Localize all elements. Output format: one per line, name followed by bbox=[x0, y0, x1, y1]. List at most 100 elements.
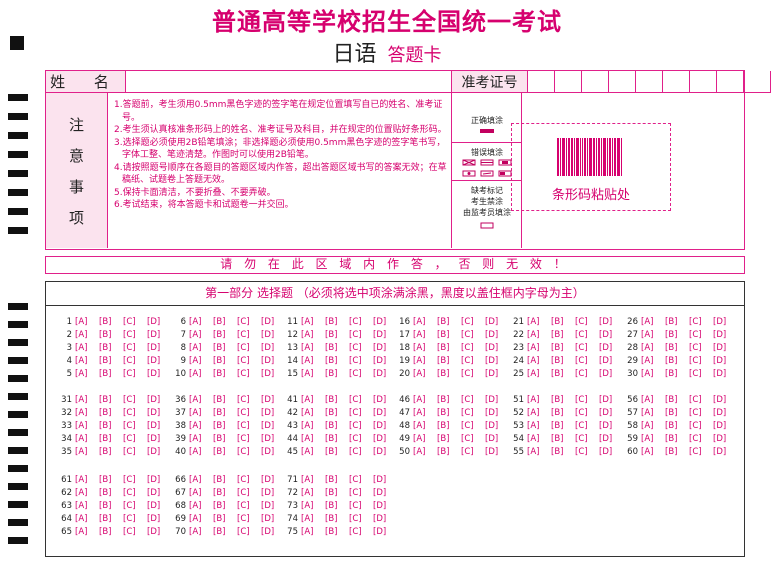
answer-bubble[interactable]: [B] bbox=[551, 355, 572, 367]
answer-bubble[interactable]: [A] bbox=[641, 407, 662, 419]
answer-bubble[interactable]: [C] bbox=[575, 368, 596, 380]
answer-bubble[interactable]: [C] bbox=[689, 368, 710, 380]
answer-bubble[interactable]: [C] bbox=[575, 394, 596, 406]
answer-bubble[interactable]: [C] bbox=[461, 329, 482, 341]
answer-bubble[interactable]: [B] bbox=[213, 316, 234, 328]
answer-bubble[interactable]: [B] bbox=[325, 407, 346, 419]
answer-bubble[interactable]: [B] bbox=[325, 342, 346, 354]
answer-bubble[interactable]: [B] bbox=[665, 446, 686, 458]
answer-bubble[interactable]: [A] bbox=[75, 394, 96, 406]
answer-bubble[interactable]: [A] bbox=[527, 433, 548, 445]
answer-bubble[interactable]: [A] bbox=[189, 500, 210, 512]
answer-bubble[interactable]: [C] bbox=[689, 446, 710, 458]
answer-bubble[interactable]: [B] bbox=[665, 355, 686, 367]
answer-bubble[interactable]: [A] bbox=[301, 526, 322, 538]
answer-bubble[interactable]: [C] bbox=[349, 446, 370, 458]
answer-bubble[interactable]: [B] bbox=[213, 407, 234, 419]
answer-bubble[interactable]: [A] bbox=[527, 329, 548, 341]
answer-bubble[interactable]: [A] bbox=[641, 329, 662, 341]
answer-bubble[interactable]: [A] bbox=[413, 394, 434, 406]
answer-bubble[interactable]: [B] bbox=[325, 368, 346, 380]
answer-bubble[interactable]: [C] bbox=[123, 355, 144, 367]
answer-bubble[interactable]: [B] bbox=[551, 420, 572, 432]
answer-bubble[interactable]: [A] bbox=[189, 420, 210, 432]
answer-bubble[interactable]: [A] bbox=[527, 446, 548, 458]
answer-bubble[interactable]: [A] bbox=[413, 329, 434, 341]
answer-bubble[interactable]: [D] bbox=[713, 420, 734, 432]
answer-bubble[interactable]: [C] bbox=[349, 342, 370, 354]
answer-bubble[interactable]: [A] bbox=[301, 342, 322, 354]
answer-bubble[interactable]: [D] bbox=[713, 407, 734, 419]
answer-bubble[interactable]: [B] bbox=[551, 342, 572, 354]
answer-bubble[interactable]: [A] bbox=[641, 394, 662, 406]
answer-bubble[interactable]: [C] bbox=[237, 368, 258, 380]
answer-bubble[interactable]: [A] bbox=[527, 407, 548, 419]
answer-bubble[interactable]: [B] bbox=[325, 474, 346, 486]
answer-bubble[interactable]: [C] bbox=[349, 394, 370, 406]
answer-bubble[interactable]: [C] bbox=[123, 342, 144, 354]
answer-bubble[interactable]: [D] bbox=[713, 316, 734, 328]
answer-bubble[interactable]: [C] bbox=[237, 355, 258, 367]
answer-bubble[interactable]: [C] bbox=[575, 329, 596, 341]
answer-bubble[interactable]: [B] bbox=[551, 329, 572, 341]
answer-bubble[interactable]: [B] bbox=[437, 446, 458, 458]
answer-bubble[interactable]: [C] bbox=[461, 394, 482, 406]
answer-bubble[interactable]: [B] bbox=[99, 368, 120, 380]
answer-bubble[interactable]: [B] bbox=[437, 355, 458, 367]
answer-bubble[interactable]: [B] bbox=[99, 342, 120, 354]
answer-bubble[interactable]: [C] bbox=[237, 316, 258, 328]
answer-bubble[interactable]: [C] bbox=[237, 500, 258, 512]
answer-bubble[interactable]: [C] bbox=[349, 526, 370, 538]
answer-bubble[interactable]: [C] bbox=[689, 394, 710, 406]
exam-id-box[interactable] bbox=[528, 71, 555, 93]
answer-bubble[interactable]: [C] bbox=[349, 316, 370, 328]
answer-bubble[interactable]: [B] bbox=[551, 368, 572, 380]
answer-bubble[interactable]: [A] bbox=[189, 407, 210, 419]
name-field[interactable] bbox=[126, 71, 452, 93]
answer-bubble[interactable]: [A] bbox=[641, 433, 662, 445]
answer-bubble[interactable]: [B] bbox=[213, 420, 234, 432]
answer-bubble[interactable]: [C] bbox=[237, 420, 258, 432]
answer-bubble[interactable]: [D] bbox=[373, 526, 394, 538]
answer-bubble[interactable]: [A] bbox=[189, 446, 210, 458]
answer-bubble[interactable]: [A] bbox=[527, 316, 548, 328]
answer-bubble[interactable]: [C] bbox=[349, 487, 370, 499]
answer-bubble[interactable]: [B] bbox=[99, 394, 120, 406]
answer-bubble[interactable]: [B] bbox=[325, 500, 346, 512]
answer-bubble[interactable]: [C] bbox=[123, 474, 144, 486]
answer-bubble[interactable]: [C] bbox=[237, 329, 258, 341]
answer-bubble[interactable]: [C] bbox=[123, 407, 144, 419]
answer-bubble[interactable]: [C] bbox=[575, 420, 596, 432]
answer-bubble[interactable]: [B] bbox=[665, 329, 686, 341]
exam-id-box[interactable] bbox=[744, 71, 771, 93]
answer-bubble[interactable]: [C] bbox=[575, 342, 596, 354]
answer-bubble[interactable]: [A] bbox=[641, 355, 662, 367]
exam-id-box[interactable] bbox=[717, 71, 744, 93]
answer-bubble[interactable]: [B] bbox=[99, 420, 120, 432]
answer-bubble[interactable]: [C] bbox=[123, 316, 144, 328]
answer-bubble[interactable]: [B] bbox=[665, 407, 686, 419]
answer-bubble[interactable]: [C] bbox=[575, 446, 596, 458]
answer-bubble[interactable]: [A] bbox=[189, 368, 210, 380]
answer-bubble[interactable]: [C] bbox=[689, 433, 710, 445]
answer-bubble[interactable]: [B] bbox=[213, 500, 234, 512]
answer-bubble[interactable]: [C] bbox=[575, 316, 596, 328]
answer-bubble[interactable]: [A] bbox=[527, 342, 548, 354]
answer-bubble[interactable]: [C] bbox=[123, 446, 144, 458]
answer-bubble[interactable]: [D] bbox=[713, 342, 734, 354]
answer-bubble[interactable]: [B] bbox=[551, 316, 572, 328]
answer-bubble[interactable]: [B] bbox=[213, 526, 234, 538]
answer-bubble[interactable]: [A] bbox=[189, 355, 210, 367]
answer-bubble[interactable]: [A] bbox=[75, 526, 96, 538]
answer-bubble[interactable]: [A] bbox=[641, 446, 662, 458]
answer-bubble[interactable]: [C] bbox=[461, 342, 482, 354]
answer-bubble[interactable]: [B] bbox=[325, 487, 346, 499]
answer-bubble[interactable]: [A] bbox=[301, 329, 322, 341]
answer-bubble[interactable]: [A] bbox=[75, 329, 96, 341]
answer-bubble[interactable]: [A] bbox=[413, 433, 434, 445]
answer-bubble[interactable]: [A] bbox=[641, 368, 662, 380]
answer-bubble[interactable]: [B] bbox=[325, 446, 346, 458]
answer-bubble[interactable]: [C] bbox=[237, 394, 258, 406]
answer-bubble[interactable]: [A] bbox=[189, 474, 210, 486]
answer-bubble[interactable]: [A] bbox=[301, 368, 322, 380]
